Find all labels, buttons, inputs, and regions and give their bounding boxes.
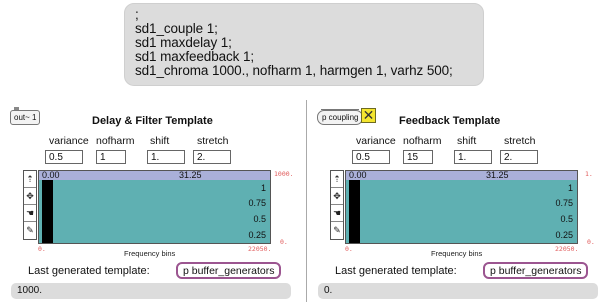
message-box[interactable]: ; sd1_couple 1; sd1 maxdelay 1; sd1 maxf… bbox=[124, 3, 484, 86]
param-label-shift: shift bbox=[150, 135, 170, 147]
hand-icon[interactable]: ☚ bbox=[331, 205, 343, 222]
variance-field[interactable]: 0.5 bbox=[45, 150, 83, 164]
range-bottom: 0. bbox=[587, 238, 595, 246]
panel-divider bbox=[306, 100, 307, 302]
x-axis-label: Frequency bins bbox=[124, 249, 176, 258]
graph-y-label: 1 bbox=[567, 183, 573, 193]
last-template-label: Last generated template: bbox=[335, 265, 457, 277]
param-label-nofharm: nofharm bbox=[403, 135, 442, 147]
move-icon[interactable]: ✥ bbox=[331, 188, 343, 205]
message-line: sd1_couple 1; bbox=[135, 21, 218, 36]
x-min: 0. bbox=[345, 245, 353, 253]
spectrum-graph[interactable]: 0.00 31.25 1 0.75 0.5 0.25 bbox=[38, 170, 271, 244]
buffer-generators-button[interactable]: p buffer_generators bbox=[483, 262, 589, 279]
graph-y-label: 0.75 bbox=[248, 198, 266, 208]
variance-field[interactable]: 0.5 bbox=[352, 150, 390, 164]
graph-y-label: 0.75 bbox=[555, 198, 573, 208]
param-label-shift: shift bbox=[457, 135, 477, 147]
range-bottom: 0. bbox=[280, 238, 288, 246]
param-label-nofharm: nofharm bbox=[96, 135, 135, 147]
output-number[interactable]: 1000. bbox=[11, 283, 291, 299]
hand-icon[interactable]: ☚ bbox=[24, 205, 36, 222]
stretch-field[interactable]: 2. bbox=[193, 150, 231, 164]
graph-y-label: 0.25 bbox=[555, 230, 573, 240]
shift-field[interactable]: 1. bbox=[454, 150, 492, 164]
stretch-field[interactable]: 2. bbox=[500, 150, 538, 164]
message-line: sd1 maxfeedback 1; bbox=[135, 49, 255, 64]
graph-header bbox=[346, 171, 577, 180]
coupling-toggle[interactable]: ✕ bbox=[361, 107, 376, 123]
x-min: 0. bbox=[38, 245, 46, 253]
message-line: sd1_chroma 1000., nofharm 1, harmgen 1, … bbox=[135, 63, 453, 78]
coupling-object[interactable]: p coupling bbox=[317, 109, 364, 125]
graph-tools: ⇡ ✥ ☚ ✎ bbox=[23, 170, 37, 240]
x-max: 22050. bbox=[555, 245, 579, 253]
param-label-stretch: stretch bbox=[504, 135, 536, 147]
x-axis-label: Frequency bins bbox=[431, 249, 483, 258]
message-line: ; bbox=[135, 7, 139, 22]
pencil-arrow-icon[interactable]: ⇡ bbox=[24, 171, 36, 188]
graph-y-label: 0.5 bbox=[560, 214, 573, 224]
graph-bar bbox=[349, 180, 360, 243]
graph-y-label: 0.25 bbox=[248, 230, 266, 240]
feedback-panel: p coupling ✕ Feedback Template variance … bbox=[317, 100, 600, 302]
param-label-variance: variance bbox=[49, 135, 89, 147]
shift-field[interactable]: 1. bbox=[147, 150, 185, 164]
pencil-icon[interactable]: ✎ bbox=[24, 222, 36, 239]
output-number[interactable]: 0. bbox=[318, 283, 598, 299]
message-line: sd1 maxdelay 1; bbox=[135, 35, 232, 50]
graph-header bbox=[39, 171, 270, 180]
graph-head-mid: 31.25 bbox=[486, 170, 509, 180]
param-label-variance: variance bbox=[356, 135, 396, 147]
delay-filter-panel: out~ 1 Delay & Filter Template variance … bbox=[10, 100, 300, 302]
x-max: 22050. bbox=[248, 245, 272, 253]
nofharm-field[interactable]: 1 bbox=[96, 150, 126, 164]
panel-title: Delay & Filter Template bbox=[92, 115, 213, 127]
graph-tools: ⇡ ✥ ☚ ✎ bbox=[330, 170, 344, 240]
x-icon: ✕ bbox=[362, 107, 375, 123]
graph-head-left: 0.00 bbox=[349, 170, 367, 180]
range-top: 1000. bbox=[274, 170, 294, 178]
panel-title: Feedback Template bbox=[399, 115, 501, 127]
graph-y-label: 1 bbox=[260, 183, 266, 193]
graph-y-label: 0.5 bbox=[253, 214, 266, 224]
last-template-label: Last generated template: bbox=[28, 265, 150, 277]
param-label-stretch: stretch bbox=[197, 135, 229, 147]
buffer-generators-button[interactable]: p buffer_generators bbox=[176, 262, 282, 279]
graph-head-mid: 31.25 bbox=[179, 170, 202, 180]
graph-bar bbox=[42, 180, 53, 243]
out-object[interactable]: out~ 1 bbox=[10, 107, 41, 125]
spectrum-graph[interactable]: 0.00 31.25 1 0.75 0.5 0.25 bbox=[345, 170, 578, 244]
range-top: 1. bbox=[585, 170, 593, 178]
pencil-icon[interactable]: ✎ bbox=[331, 222, 343, 239]
nofharm-field[interactable]: 15 bbox=[403, 150, 433, 164]
move-icon[interactable]: ✥ bbox=[24, 188, 36, 205]
graph-head-left: 0.00 bbox=[42, 170, 60, 180]
pencil-arrow-icon[interactable]: ⇡ bbox=[331, 171, 343, 188]
